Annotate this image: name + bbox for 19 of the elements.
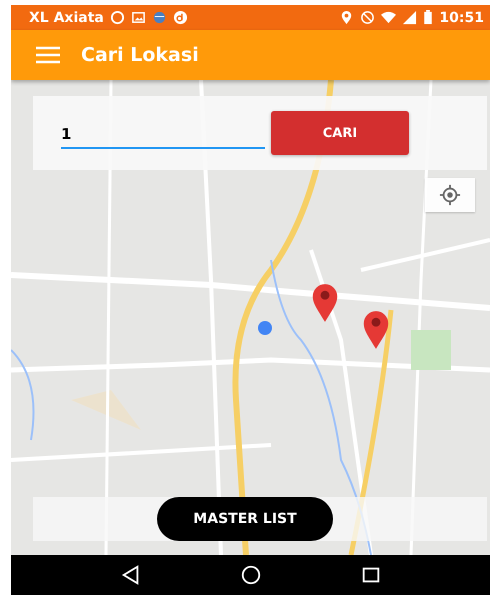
back-triangle-icon [120, 564, 142, 586]
battery-icon [423, 10, 434, 25]
my-location-button[interactable] [425, 178, 475, 212]
search-input-field[interactable]: 1 [61, 121, 265, 149]
app-title: Cari Lokasi [81, 44, 199, 66]
do-not-disturb-icon [360, 10, 376, 25]
image-icon [130, 10, 146, 25]
map-pin-icon[interactable] [311, 283, 339, 323]
signal-icon [402, 10, 418, 25]
map-pin-icon[interactable] [362, 310, 390, 350]
search-button[interactable]: CARI [271, 111, 409, 155]
master-list-button[interactable]: MASTER LIST [157, 497, 333, 541]
current-location-dot [257, 320, 273, 336]
wifi-icon [381, 10, 396, 25]
crosshair-icon [439, 184, 461, 206]
carrier-name: XL Axiata [29, 10, 104, 26]
letter-d-icon [172, 10, 188, 25]
clock-time: 10:51 [439, 10, 484, 26]
menu-icon [35, 46, 61, 64]
